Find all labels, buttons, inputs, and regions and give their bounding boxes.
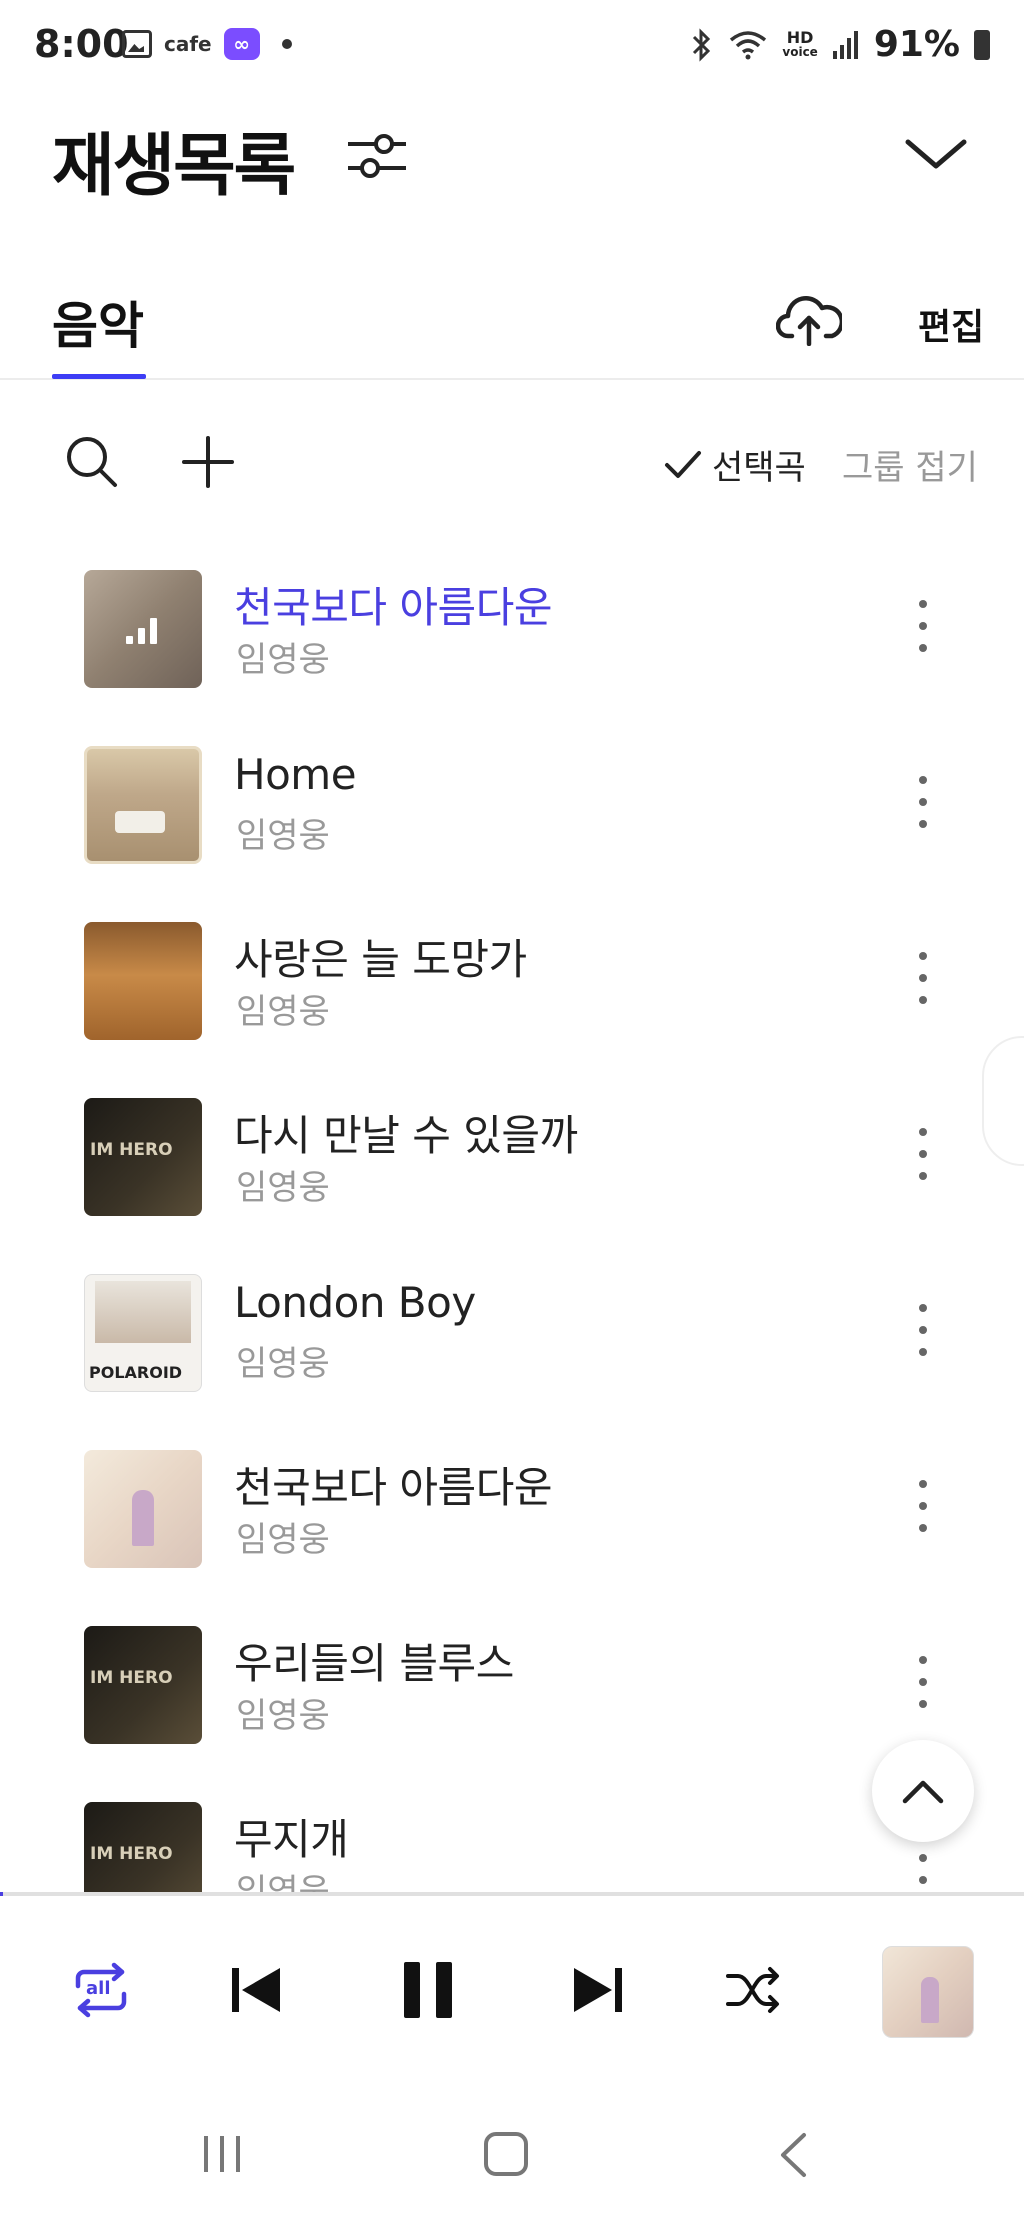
album-art-text: POLAROID: [89, 1363, 183, 1382]
mini-player: all: [0, 1896, 1024, 2088]
status-system-icons: HD voice 91%: [690, 24, 990, 65]
track-artist: 임영웅: [236, 640, 330, 680]
album-art: [84, 570, 202, 688]
cloud-upload-icon[interactable]: [776, 290, 842, 346]
track-title: 천국보다 아름다운: [234, 1463, 552, 1512]
next-icon[interactable]: [570, 1962, 626, 2018]
more-options-icon[interactable]: [908, 1652, 938, 1712]
battery-percent: 91%: [873, 24, 960, 65]
track-item[interactable]: 사랑은 늘 도망가 임영웅: [0, 888, 1024, 1064]
status-time: 8:00: [34, 22, 129, 66]
previous-icon[interactable]: [228, 1962, 284, 2018]
status-notification-icons: cafe ∞: [122, 28, 292, 60]
track-title: 천국보다 아름다운: [234, 583, 552, 632]
tab-music[interactable]: 음악: [52, 286, 144, 358]
system-nav-bar: [0, 2088, 1024, 2219]
add-icon[interactable]: [180, 434, 236, 490]
more-options-icon[interactable]: [908, 772, 938, 832]
album-art: [84, 922, 202, 1040]
scroll-to-top-button[interactable]: [872, 1740, 974, 1842]
wifi-icon: [730, 30, 767, 59]
check-icon: [665, 450, 701, 478]
more-options-icon[interactable]: [908, 1124, 938, 1184]
track-artist: 임영웅: [236, 992, 330, 1032]
track-title: 무지개: [234, 1815, 349, 1864]
track-list: 천국보다 아름다운 임영웅 Home 임영웅 사랑은 늘 도망가 임영웅 IM …: [0, 536, 1024, 1892]
battery-icon: [974, 29, 990, 60]
cafe-label: cafe: [164, 32, 212, 56]
track-artist: 임영웅: [236, 1520, 330, 1560]
repeat-all-button[interactable]: all: [70, 1962, 132, 2018]
page-title: 재생목록: [52, 127, 296, 206]
hd-label: HD: [786, 27, 814, 47]
fold-group-button[interactable]: 그룹 접기: [842, 440, 978, 489]
more-options-icon[interactable]: [908, 596, 938, 656]
track-artist: 임영웅: [236, 1696, 330, 1736]
couple-figure: [921, 1977, 939, 2023]
chevron-down-icon[interactable]: [904, 134, 968, 174]
edit-button[interactable]: 편집: [918, 298, 984, 350]
track-item[interactable]: 천국보다 아름다운 임영웅: [0, 536, 1024, 712]
bluetooth-icon: [693, 27, 711, 62]
select-songs-label: 선택곡: [712, 448, 806, 488]
track-item[interactable]: POLAROID London Boy 임영웅: [0, 1240, 1024, 1416]
gallery-icon: [122, 30, 152, 58]
search-icon[interactable]: [64, 434, 118, 488]
tab-active-indicator: [52, 374, 146, 379]
signal-icon: [832, 30, 858, 59]
album-art: [84, 746, 202, 864]
status-bar: 8:00 cafe ∞ HD voice 91%: [0, 0, 1024, 96]
album-art-text: IM HERO: [90, 1668, 173, 1688]
notification-dot-icon: [281, 39, 292, 49]
album-art: IM HERO: [84, 1626, 202, 1744]
car-shape: [115, 811, 165, 833]
chevron-up-icon: [902, 1780, 944, 1804]
track-item[interactable]: Home 임영웅: [0, 712, 1024, 888]
album-art-text: IM HERO: [90, 1140, 173, 1160]
more-options-icon[interactable]: [908, 1300, 938, 1360]
recent-apps-icon[interactable]: [200, 2134, 244, 2174]
track-item[interactable]: IM HERO 무지개 임영웅: [0, 1768, 1024, 1892]
select-songs-button[interactable]: 선택곡: [664, 440, 806, 489]
track-item[interactable]: IM HERO 우리들의 블루스 임영웅: [0, 1592, 1024, 1768]
now-playing-album-art[interactable]: [882, 1946, 974, 2038]
track-title: Home: [234, 750, 357, 799]
track-title: London Boy: [234, 1278, 476, 1327]
shuffle-icon[interactable]: [724, 1962, 784, 2018]
album-art-text: IM HERO: [90, 1844, 173, 1864]
track-artist: 임영웅: [236, 816, 330, 856]
home-icon[interactable]: [484, 2132, 528, 2176]
now-playing-icon: [126, 618, 166, 644]
cafe-app-icon: ∞: [223, 28, 260, 60]
track-item[interactable]: 천국보다 아름다운 임영웅: [0, 1416, 1024, 1592]
polaroid-photo: [95, 1281, 191, 1343]
repeat-label: all: [86, 1978, 111, 1999]
more-options-icon[interactable]: [908, 1476, 938, 1536]
back-icon[interactable]: [778, 2132, 808, 2178]
track-title: 사랑은 늘 도망가: [234, 935, 527, 984]
track-artist: 임영웅: [236, 1344, 330, 1384]
track-item[interactable]: IM HERO 다시 만날 수 있을까 임영웅: [0, 1064, 1024, 1240]
album-art: IM HERO: [84, 1802, 202, 1892]
more-options-icon[interactable]: [908, 948, 938, 1008]
tab-divider: [0, 378, 1024, 380]
sliders-icon[interactable]: [346, 128, 408, 184]
album-art: [84, 1450, 202, 1568]
track-title: 다시 만날 수 있을까: [234, 1111, 578, 1160]
album-art: IM HERO: [84, 1098, 202, 1216]
track-artist: 임영웅: [236, 1168, 330, 1208]
hd-voice-icon: HD voice: [782, 27, 818, 59]
pause-icon[interactable]: [400, 1960, 456, 2020]
track-title: 우리들의 블루스: [234, 1639, 514, 1688]
side-edge-handle[interactable]: [982, 1036, 1024, 1166]
track-artist: 임영웅: [236, 1872, 330, 1892]
voice-label: voice: [782, 44, 818, 59]
album-art: POLAROID: [84, 1274, 202, 1392]
couple-figure: [132, 1490, 154, 1546]
